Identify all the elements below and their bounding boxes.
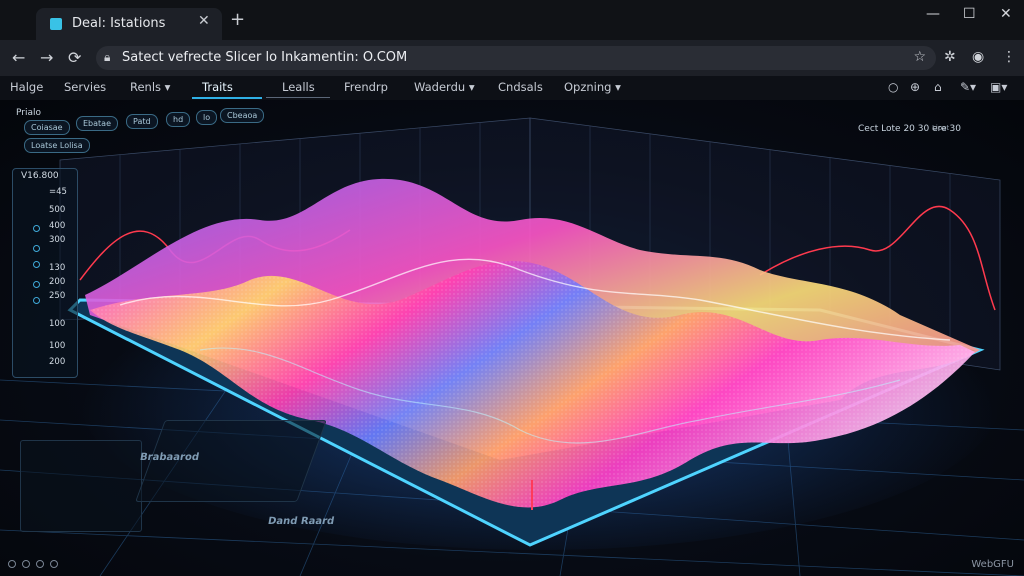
nav-item-waderdu[interactable]: Waderdu ▾ [414,80,475,94]
filter-chip[interactable]: Ebatae [76,116,118,131]
surface-visualization [0,117,1024,576]
y-tick: 300 [49,235,66,245]
reload-icon[interactable]: ⟳ [68,48,81,67]
y-tick: 100 [49,341,66,351]
lock-icon: 🔒︎ [104,50,111,64]
y-tick: =45 [49,187,67,197]
site-favicon-icon [50,18,62,30]
address-bar[interactable]: 🔒︎ Satect vefrecte Slicer lo Inkamentin:… [96,46,936,70]
y-axis-handle[interactable] [33,281,40,288]
status-dot-icon[interactable] [8,560,16,568]
y-axis-handle[interactable] [33,225,40,232]
nav-item-halge[interactable]: Halge [10,80,43,94]
filter-chip-wide[interactable]: Loatse Lolisa [24,138,90,153]
y-tick: 100 [49,319,66,329]
nav-item-renls[interactable]: Renls ▾ [130,80,170,94]
filter-chip[interactable]: Patd [126,114,158,129]
browser-tab[interactable]: Deal: Istations ✕ [36,8,222,40]
nav-item-frendrp[interactable]: Frendrp [344,80,388,94]
y-axis-handle[interactable] [33,261,40,268]
close-tab-icon[interactable]: ✕ [198,13,210,29]
nav-item-lealls[interactable]: Lealls [282,80,315,94]
filter-chip[interactable]: Coiasae [24,120,70,135]
circle-tool-icon[interactable]: ○ [888,80,898,94]
compass-icon[interactable]: ⊕ [910,80,920,94]
watermark: WebGFU [971,559,1014,570]
bookmark-star-icon[interactable]: ☆ [913,49,926,65]
new-tab-button[interactable]: + [230,11,245,29]
home-icon[interactable]: ⌂ [934,80,942,94]
top-right-stats: Cect Lote 20 30 ere 30 [858,124,961,134]
active-tab-indicator [192,97,262,99]
status-dot-icon[interactable] [50,560,58,568]
url-text[interactable]: Satect vefrecte Slicer lo Inkamentin: O.… [122,50,407,65]
y-axis-panel: V16.800 =45 500 400 300 130 200 250 100 … [12,168,78,378]
maximize-window-button[interactable]: ☐ [963,6,976,22]
panel-label: Brabaarod [139,452,200,463]
bottom-panel [20,440,142,532]
close-window-button[interactable]: ✕ [1000,6,1012,22]
minimize-window-button[interactable]: — [926,6,940,22]
y-tick: 130 [49,263,66,273]
app-nav-bar: Halge Servies Renls ▾ Traits Lealls Fren… [0,76,1024,101]
y-axis-handle[interactable] [33,297,40,304]
y-axis-title: V16.800 [21,171,59,181]
pen-icon[interactable]: ✎▾ [960,80,976,94]
back-arrow-icon[interactable]: ← [12,48,25,67]
y-tick: 200 [49,357,66,367]
extension-puzzle-icon[interactable]: ✲ [944,49,956,65]
menu-dots-icon[interactable]: ⋮ [1002,49,1016,65]
y-tick: 250 [49,291,66,301]
browser-tab-bar: Deal: Istations ✕ + — ☐ ✕ [0,0,1024,40]
tab-title: Deal: Istations [72,16,166,31]
y-tick: 200 [49,277,66,287]
status-dot-icon[interactable] [36,560,44,568]
y-tick: 500 [49,205,66,215]
profile-icon[interactable]: ◉ [972,49,984,65]
y-axis-handle[interactable] [33,245,40,252]
nav-item-opzning[interactable]: Opzning ▾ [564,80,621,94]
y-tick: 400 [49,221,66,231]
layout-icon[interactable]: ▣▾ [990,80,1007,94]
nav-item-cndsals[interactable]: Cndsals [498,80,543,94]
tab-divider [266,97,330,98]
nav-item-traits[interactable]: Traits [202,80,233,94]
filter-title: Prialo [16,108,41,118]
panel-label: Dand Raard [267,516,336,527]
status-dot-icon[interactable] [22,560,30,568]
filter-chip[interactable]: hd [166,112,191,127]
forward-arrow-icon[interactable]: → [40,48,53,67]
address-toolbar: ← → ⟳ 🔒︎ Satect vefrecte Slicer lo Inkam… [0,40,1024,76]
nav-item-servies[interactable]: Servies [64,80,106,94]
filter-chip[interactable]: Cbeaoa [220,108,265,123]
filter-chip[interactable]: lo [196,110,218,125]
